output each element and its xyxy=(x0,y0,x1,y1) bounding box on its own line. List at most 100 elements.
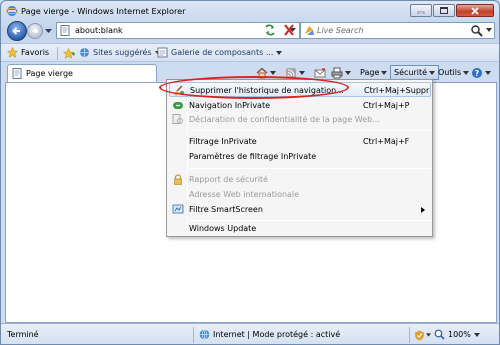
window-title: Page vierge - Windows Internet Explorer xyxy=(21,6,186,16)
zoom-level: 100% xyxy=(448,330,471,339)
tab-label: Page vierge xyxy=(26,69,73,78)
internet-globe-icon xyxy=(199,329,210,340)
securite-menu-button[interactable]: Sécurité xyxy=(390,65,440,80)
privacy-icon xyxy=(172,114,183,124)
zoom-magnifier-icon xyxy=(434,329,445,340)
chevron-down-icon xyxy=(345,70,351,75)
close-window-button[interactable] xyxy=(456,4,494,17)
menu-item-label: Rapport de sécurité xyxy=(189,175,268,184)
back-arrow-icon xyxy=(12,27,20,35)
rss-feed-icon xyxy=(286,67,296,78)
favorites-item-label: Sites suggérés xyxy=(93,48,152,57)
help-menu-button[interactable]: ? xyxy=(471,65,491,80)
suggested-sites-icon xyxy=(80,48,89,57)
print-button[interactable] xyxy=(331,65,351,80)
submenu-arrow-icon xyxy=(421,207,425,213)
stop-icon[interactable] xyxy=(281,23,297,37)
search-placeholder: Live Search xyxy=(317,26,364,35)
security-zone[interactable]: Internet | Mode protégé : activé xyxy=(199,329,340,340)
recent-pages-dropdown-icon[interactable] xyxy=(45,28,52,34)
status-text: Terminé xyxy=(7,330,39,339)
chevron-down-icon xyxy=(299,70,305,75)
menu-item-filtrage-inprivate[interactable]: Filtrage InPrivate Ctrl+Maj+F xyxy=(169,134,431,149)
status-separator xyxy=(193,327,194,343)
menu-separator xyxy=(189,168,431,169)
outils-menu-button[interactable]: Outils xyxy=(438,65,470,80)
web-slice-gallery-icon xyxy=(157,47,168,58)
menu-item-label: Déclaration de confidentialité de la pag… xyxy=(189,115,380,124)
search-box[interactable]: Live Search xyxy=(300,22,495,39)
home-button[interactable] xyxy=(256,65,276,80)
favorites-item-label: Galerie de composants ... xyxy=(171,48,274,57)
chevron-down-icon xyxy=(485,70,491,75)
favorites-item-galerie[interactable]: Galerie de composants ... xyxy=(157,47,283,58)
protected-mode-icon[interactable] xyxy=(414,330,425,341)
favorites-star-icon xyxy=(7,47,18,58)
menu-item-parametres-filtrage[interactable]: Paramètres de filtrage InPrivate xyxy=(169,149,431,164)
close-icon xyxy=(471,6,479,15)
chevron-down-icon xyxy=(270,70,276,75)
menu-item-label: Supprimer l'historique de navigation... xyxy=(190,86,344,95)
tab-page-vierge[interactable]: Page vierge xyxy=(7,64,157,82)
menu-item-label: Filtre SmartScreen xyxy=(189,205,263,214)
search-icon[interactable] xyxy=(470,24,484,37)
chevron-down-icon[interactable] xyxy=(426,333,431,337)
zoom-control[interactable]: 100% xyxy=(434,329,480,340)
inprivate-icon xyxy=(173,102,183,109)
menu-item-shortcut: Ctrl+Maj+P xyxy=(363,101,410,110)
menu-item-rapport-securite[interactable]: Rapport de sécurité xyxy=(169,172,431,187)
menu-item-label: Filtrage InPrivate xyxy=(189,137,257,146)
favorites-item-sites-suggeres[interactable]: Sites suggérés xyxy=(79,47,161,58)
search-options-dropdown-icon[interactable] xyxy=(486,28,492,33)
address-url: about:blank xyxy=(75,26,123,35)
add-to-favorites-bar-icon[interactable] xyxy=(63,48,75,59)
chevron-down-icon xyxy=(381,70,388,75)
live-search-logo-icon xyxy=(305,26,314,35)
tab-favicon-icon xyxy=(12,68,22,79)
back-button[interactable] xyxy=(7,21,27,41)
ie-logo-icon xyxy=(6,6,18,16)
menu-item-label: Windows Update xyxy=(189,224,257,233)
mail-button[interactable] xyxy=(314,65,326,80)
lock-icon xyxy=(174,174,182,185)
menu-item-shortcut: Ctrl+Maj+Suppr xyxy=(364,86,430,95)
menu-item-shortcut: Ctrl+Maj+F xyxy=(363,137,410,146)
page-menu-button[interactable]: Page xyxy=(360,65,388,80)
page-menu-label: Page xyxy=(360,68,380,77)
print-icon xyxy=(331,67,343,78)
home-icon xyxy=(256,67,268,78)
title-bar: Page vierge - Windows Internet Explorer xyxy=(1,1,499,21)
status-separator xyxy=(409,327,410,343)
menu-item-adresse-web-internationale[interactable]: Adresse Web internationale xyxy=(169,187,431,202)
minimize-icon xyxy=(417,11,425,14)
menu-item-windows-update[interactable]: Windows Update xyxy=(169,221,431,236)
minimize-button[interactable] xyxy=(410,4,432,17)
maximize-button[interactable] xyxy=(433,4,455,17)
security-zone-label: Internet | Mode protégé : activé xyxy=(213,330,341,339)
maximize-icon xyxy=(440,7,448,14)
broom-icon xyxy=(174,85,184,96)
feeds-button[interactable] xyxy=(285,65,305,80)
menu-item-label: Paramètres de filtrage InPrivate xyxy=(189,152,317,161)
chevron-down-icon xyxy=(463,70,470,75)
menu-item-label: Adresse Web internationale xyxy=(189,190,300,199)
menu-item-supprimer-historique[interactable]: Supprimer l'historique de navigation... … xyxy=(169,82,431,97)
chevron-down-icon xyxy=(429,70,436,75)
favorites-separator xyxy=(57,47,58,60)
menu-item-label: Navigation InPrivate xyxy=(189,101,271,110)
menu-item-navigation-inprivate[interactable]: Navigation InPrivate Ctrl+Maj+P xyxy=(169,98,431,113)
securite-dropdown-menu: Supprimer l'historique de navigation... … xyxy=(166,79,433,237)
ie-window: Page vierge - Windows Internet Explorer … xyxy=(0,0,500,345)
forward-arrow-icon xyxy=(32,28,39,34)
chevron-down-icon xyxy=(473,332,480,337)
refresh-icon[interactable] xyxy=(262,23,278,37)
menu-item-declaration-confidentialite[interactable]: Déclaration de confidentialité de la pag… xyxy=(169,112,431,127)
forward-button[interactable] xyxy=(27,23,43,39)
menu-item-filtre-smartscreen[interactable]: Filtre SmartScreen xyxy=(169,202,431,217)
help-icon: ? xyxy=(472,67,482,78)
favorites-button[interactable]: Favoris xyxy=(7,47,49,58)
caption-buttons xyxy=(409,4,494,17)
page-favicon-icon xyxy=(60,25,70,36)
securite-menu-label: Sécurité xyxy=(394,68,428,77)
favorites-label: Favoris xyxy=(21,48,50,57)
